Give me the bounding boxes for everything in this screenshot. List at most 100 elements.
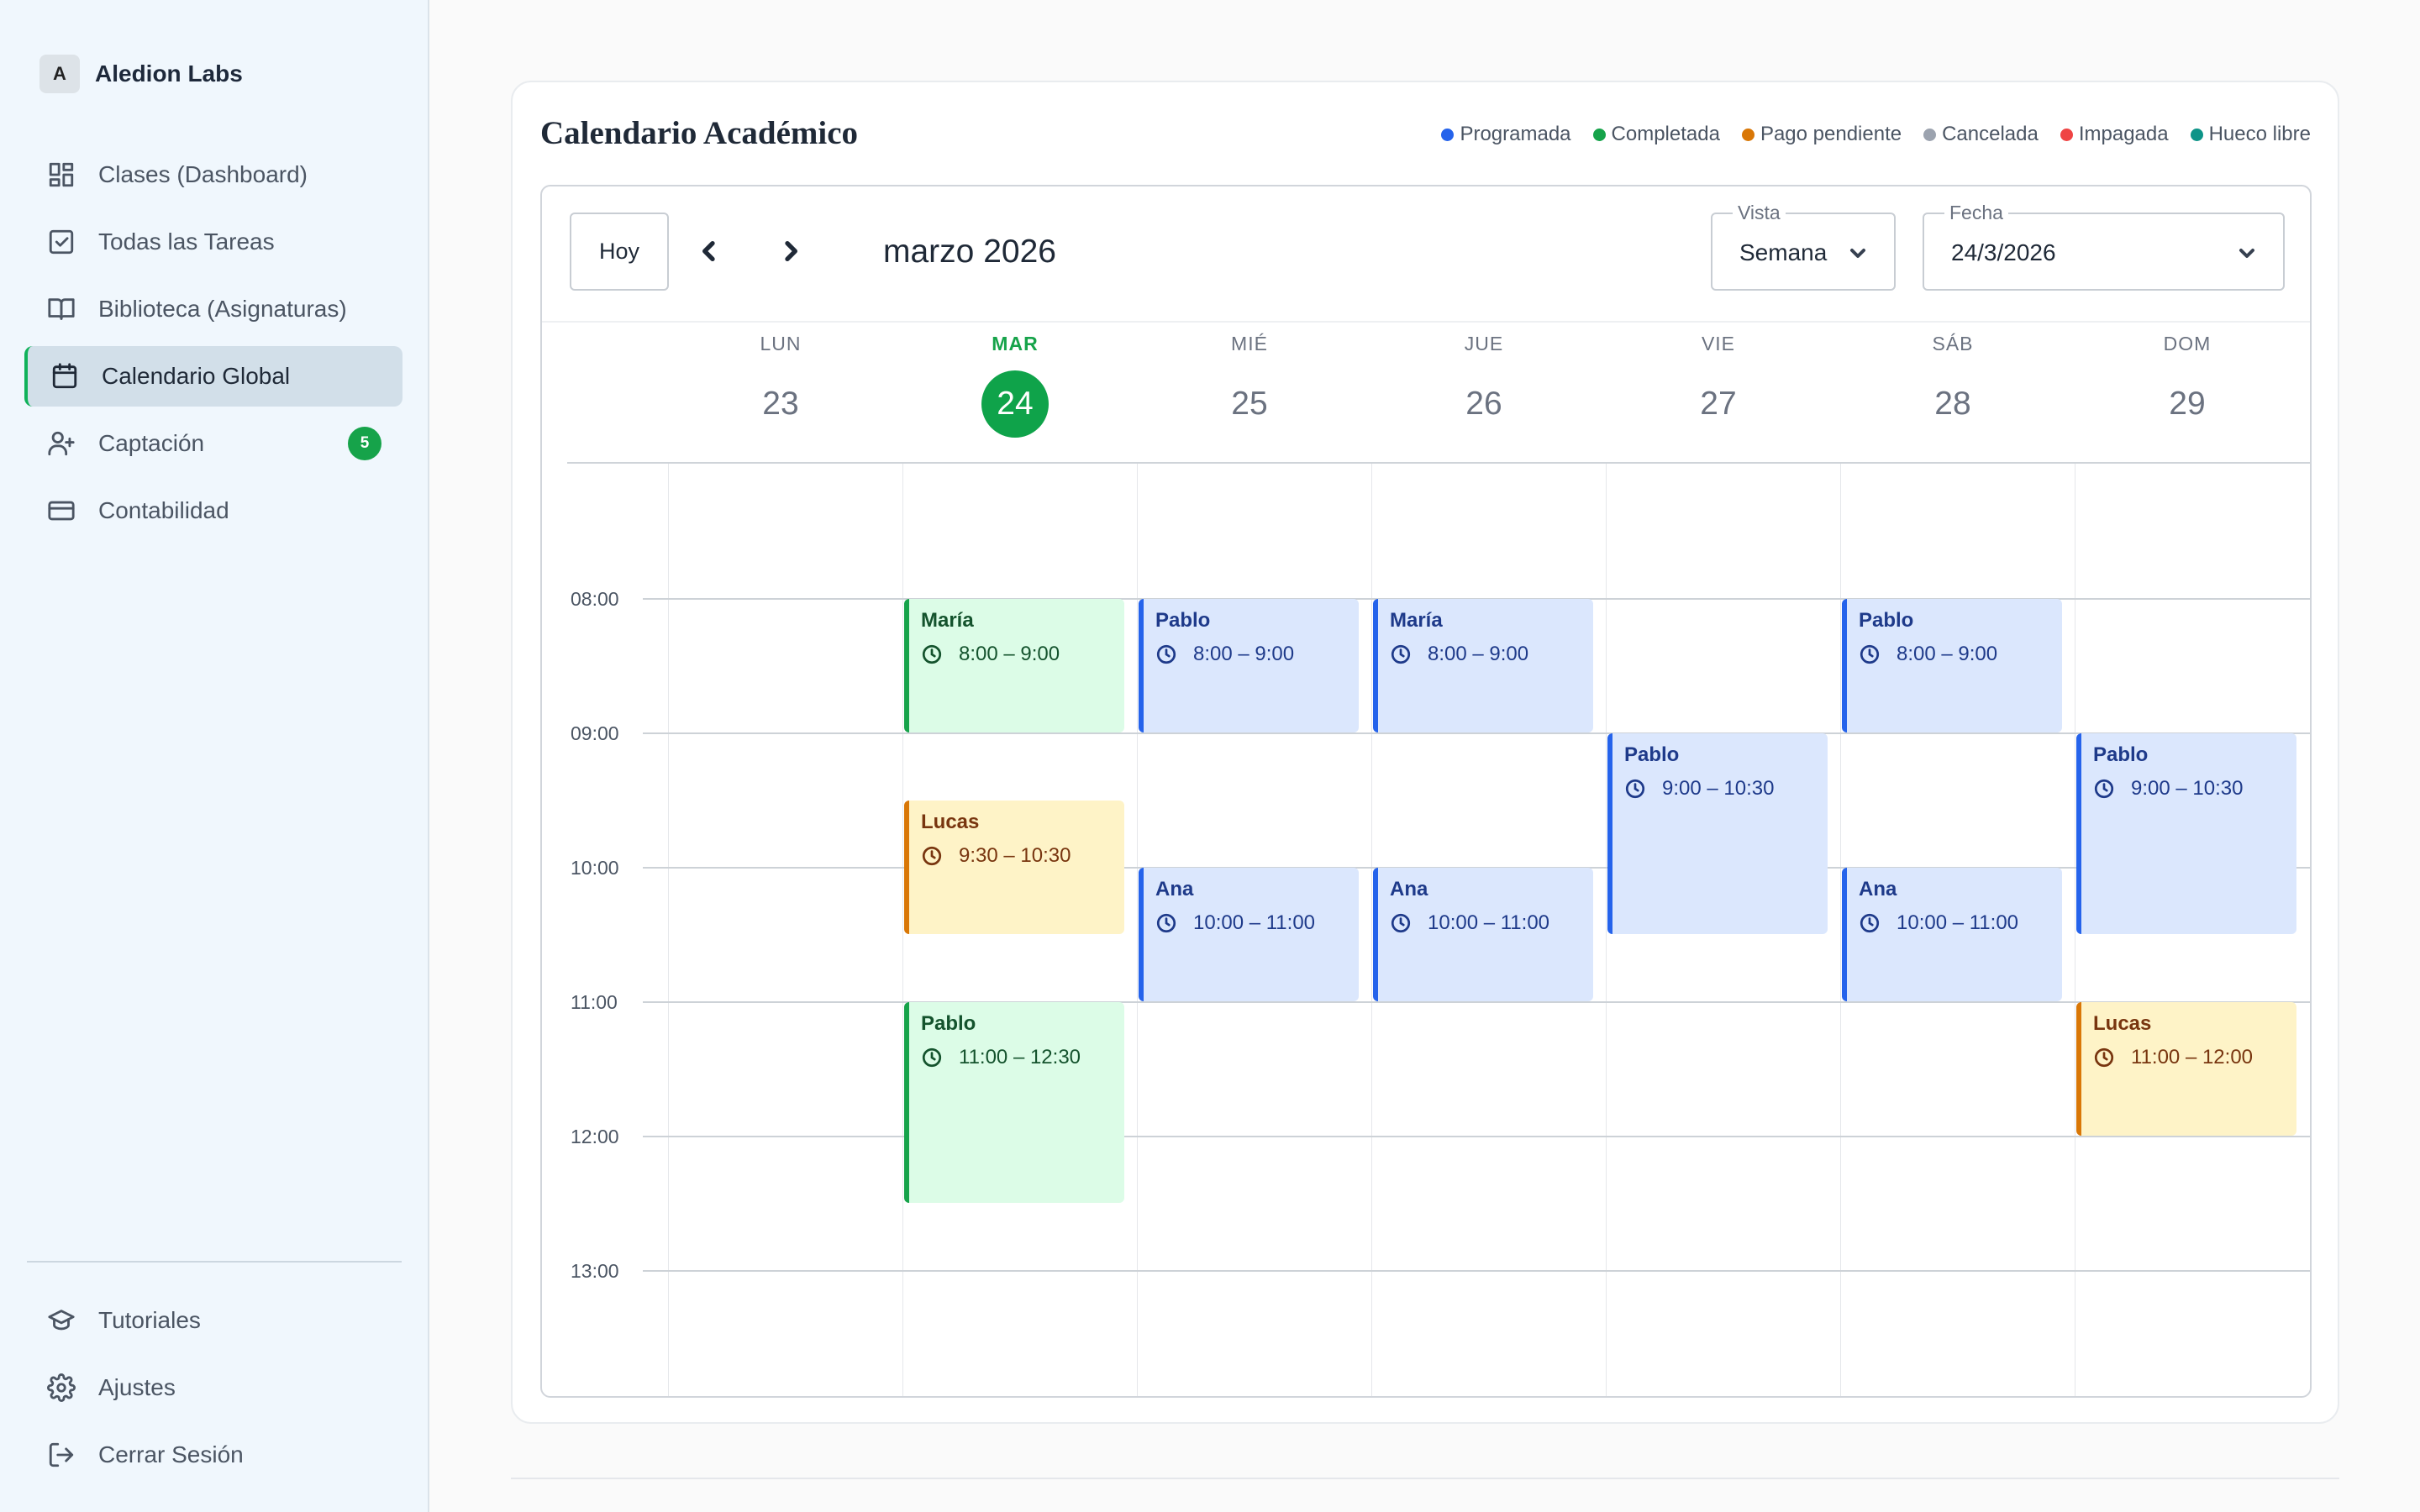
event-student-name: María [1390,609,1443,632]
day-header[interactable]: SÁB 28 [1835,321,2070,438]
sidebar-item-cerrar-sesion[interactable]: Cerrar Sesión [24,1425,402,1485]
day-header[interactable]: DOM 29 [2070,321,2305,438]
credit-card-icon [48,501,75,521]
day-number: 28 [1934,386,1971,422]
sidebar-item-ajustes[interactable]: Ajustes [24,1357,402,1418]
legend-item: Impagada [2060,123,2169,146]
calendar-event[interactable]: Pablo 11:00 – 12:30 [904,1002,1124,1203]
event-student-name: Ana [1390,878,1428,900]
sidebar-bottom-nav: Tutoriales Ajustes Cerrar Sesión [24,1290,402,1492]
brand[interactable]: A Aledion Labs [39,55,243,93]
sidebar-item-captacion[interactable]: Captación 5 [24,413,402,474]
calendar-event[interactable]: Lucas 9:30 – 10:30 [904,801,1124,934]
calendar-event[interactable]: María 8:00 – 9:00 [1373,599,1593,732]
today-button[interactable]: Hoy [570,213,669,291]
sidebar-item-tutoriales[interactable]: Tutoriales [24,1290,402,1351]
calendar-event[interactable]: Ana 10:00 – 11:00 [1842,868,2062,1001]
event-student-name: Ana [1155,878,1194,900]
sidebar-item-label: Calendario Global [102,363,291,389]
calendar-event[interactable]: Pablo 9:00 – 10:30 [1607,733,1828,934]
hour-label: 12:00 [571,1126,619,1147]
day-name: VIE [1701,333,1736,354]
grid-top-divider [567,462,2310,464]
day-name: DOM [2163,333,2212,354]
calendar-event[interactable]: María 8:00 – 9:00 [904,599,1124,732]
legend-label: Programada [1460,123,1571,145]
event-student-name: Pablo [921,1012,976,1035]
notification-badge: 5 [348,427,381,460]
sidebar-nav: Clases (Dashboard) Todas las Tareas Bibl… [24,144,402,548]
calendar-event[interactable]: Pablo 9:00 – 10:30 [2076,733,2296,934]
day-number: 27 [1700,386,1737,422]
calendar-event[interactable]: Pablo 8:00 – 9:00 [1842,599,2062,732]
view-select[interactable]: Vista Semana [1711,202,1896,291]
legend-dot [1923,128,1937,141]
hour-label: 09:00 [571,722,619,744]
event-time-label: 11:00 – 12:00 [2131,1046,2254,1068]
calendar-event[interactable]: Pablo 8:00 – 9:00 [1139,599,1359,732]
chevron-down-icon [2239,249,2254,258]
day-column-divider [668,464,669,1396]
day-name: LUN [760,333,802,354]
event-time: 10:00 – 11:00 [1155,911,1359,935]
legend-label: Cancelada [1942,123,2039,145]
calendar-card: Calendario Académico Programada Completa… [511,81,2339,1424]
clock-icon [1156,913,1176,933]
calendar-icon [52,363,77,389]
clock-icon [922,644,942,664]
calendar-event[interactable]: Ana 10:00 – 11:00 [1139,868,1359,1001]
legend-label: Completada [1611,123,1720,145]
sidebar-item-biblioteca[interactable]: Biblioteca (Asignaturas) [24,279,402,339]
event-time-label: 9:00 – 10:30 [1662,777,1775,800]
calendar-event[interactable]: Lucas 11:00 – 12:00 [2076,1002,2296,1136]
clock-icon [922,846,942,866]
event-time-label: 8:00 – 9:00 [1193,643,1295,665]
sidebar-item-clases[interactable]: Clases (Dashboard) [24,144,402,205]
hour-gridline [643,1001,2310,1003]
hour-label: 10:00 [571,857,619,879]
event-time-label: 10:00 – 11:00 [1428,911,1550,934]
sidebar-item-label: Contabilidad [98,497,229,523]
event-time: 8:00 – 9:00 [1155,643,1359,666]
sidebar: A Aledion Labs Clases (Dashboard) Todas … [0,0,429,1512]
sidebar-item-label: Biblioteca (Asignaturas) [98,296,347,322]
day-header-today[interactable]: MAR 24 [897,321,1133,438]
calendar-event[interactable]: Ana 10:00 – 11:00 [1373,868,1593,1001]
legend-dot [2190,128,2203,141]
chevron-left-icon [702,241,715,261]
event-student-name: Pablo [1859,609,1914,632]
hour-gridline [643,1270,2310,1272]
date-picker[interactable]: Fecha 24/3/2026 [1923,202,2285,291]
hour-gridline [643,732,2310,734]
event-time: 9:00 – 10:30 [1624,777,1828,801]
prev-week-button[interactable] [688,230,730,272]
event-time: 11:00 – 12:00 [2093,1046,2296,1069]
event-time-label: 8:00 – 9:00 [959,643,1060,665]
day-name: MIÉ [1231,333,1268,354]
day-header[interactable]: LUN 23 [663,321,898,438]
day-header[interactable]: JUE 26 [1366,321,1602,438]
event-student-name: Ana [1859,878,1897,900]
view-select-label: Vista [1733,202,1786,224]
sidebar-item-contabilidad[interactable]: Contabilidad [24,480,402,541]
legend-item: Pago pendiente [1741,123,1902,146]
clock-icon [1860,913,1880,933]
event-time: 9:30 – 10:30 [921,844,1124,868]
book-icon [48,298,75,320]
status-legend: Programada Completada Pago pendiente Can… [1419,123,2311,146]
event-time: 8:00 – 9:00 [1859,643,2062,666]
day-column-divider [902,464,903,1396]
legend-item: Programada [1441,123,1571,146]
sidebar-item-label: Todas las Tareas [98,228,275,255]
hour-gridline [643,1136,2310,1137]
sidebar-item-calendario[interactable]: Calendario Global [24,346,402,407]
clock-icon [1391,644,1411,664]
sidebar-item-tareas[interactable]: Todas las Tareas [24,212,402,272]
next-week-button[interactable] [770,230,812,272]
event-time: 9:00 – 10:30 [2093,777,2296,801]
day-header[interactable]: MIÉ 25 [1132,321,1367,438]
day-header[interactable]: VIE 27 [1601,321,1836,438]
day-number: 23 [762,386,799,422]
checkbox-icon [49,229,74,255]
event-time-label: 9:00 – 10:30 [2131,777,2244,800]
